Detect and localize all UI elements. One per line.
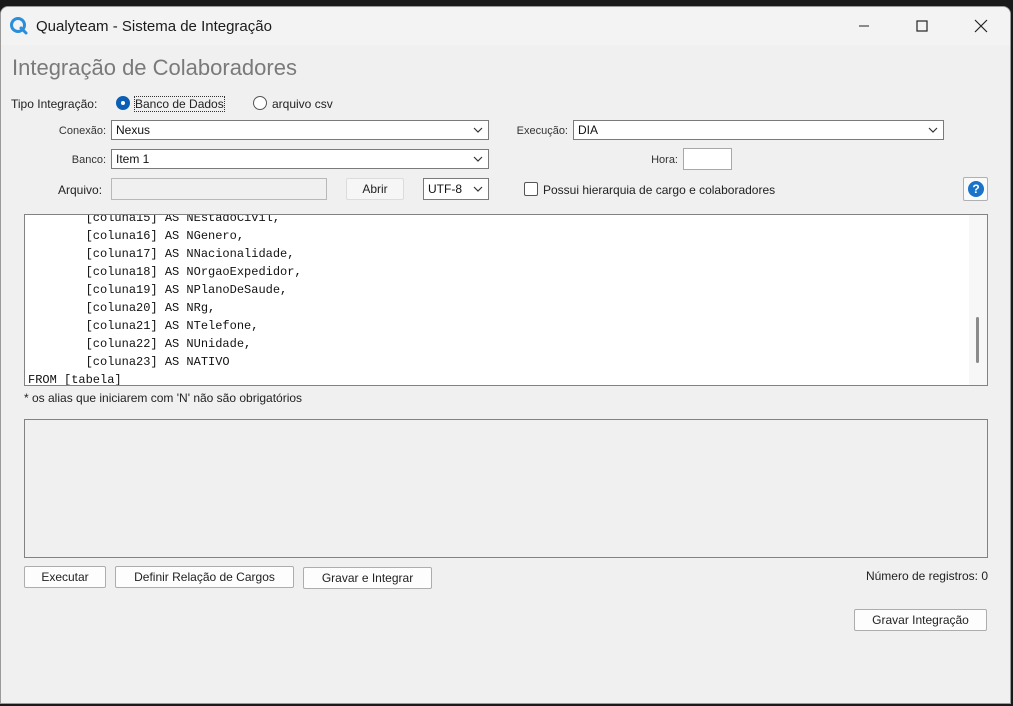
sql-line: FROM [tabela] xyxy=(28,373,122,386)
window-title: Qualyteam - Sistema de Integração xyxy=(36,18,272,35)
execucao-value: DIA xyxy=(578,123,599,137)
close-button[interactable] xyxy=(958,7,1004,45)
sql-line: [coluna22] AS NUnidade, xyxy=(28,337,252,351)
help-button[interactable]: ? xyxy=(963,177,988,201)
help-icon: ? xyxy=(968,181,984,197)
banco-label: Banco: xyxy=(71,154,106,166)
sql-line: [coluna20] AS NRg, xyxy=(28,301,216,315)
chevron-down-icon xyxy=(473,127,483,133)
sql-scrollbar-thumb[interactable] xyxy=(976,317,979,363)
banco-select[interactable]: Item 1 xyxy=(111,149,489,169)
sql-editor[interactable]: [coluna15] AS NEstadoCivil, [coluna16] A… xyxy=(24,214,988,386)
definir-relacao-cargos-button[interactable]: Definir Relação de Cargos xyxy=(115,566,294,588)
arquivo-input[interactable] xyxy=(111,178,327,200)
execucao-label: Execução: xyxy=(516,125,568,137)
sql-line: [coluna17] AS NNacionalidade, xyxy=(28,247,295,261)
qualyteam-logo-icon xyxy=(10,17,28,35)
minimize-icon xyxy=(859,25,869,27)
maximize-icon xyxy=(916,20,928,32)
page-title: Integração de Colaboradores xyxy=(12,55,297,80)
tipo-integracao-label: Tipo Integração: xyxy=(11,97,98,111)
app-window: Qualyteam - Sistema de Integração Integr… xyxy=(0,6,1011,704)
results-panel xyxy=(24,419,988,558)
alias-note: * os alias que iniciarem com 'N' não são… xyxy=(24,391,303,405)
radio-banco-de-dados[interactable] xyxy=(116,96,130,110)
sql-line: [coluna18] AS NOrgaoExpedidor, xyxy=(28,265,302,279)
encoding-value: UTF-8 xyxy=(428,182,462,196)
sql-code: [coluna15] AS NEstadoCivil, [coluna16] A… xyxy=(28,214,967,386)
chevron-down-icon xyxy=(473,156,483,162)
maximize-button[interactable] xyxy=(899,7,945,45)
hora-label: Hora: xyxy=(651,154,678,166)
numero-registros: Número de registros: 0 xyxy=(865,569,988,583)
abrir-button[interactable]: Abrir xyxy=(346,178,404,200)
radio-arquivo-csv[interactable] xyxy=(253,96,267,110)
execucao-select[interactable]: DIA xyxy=(573,120,944,140)
sql-line: [coluna19] AS NPlanoDeSaude, xyxy=(28,283,288,297)
banco-value: Item 1 xyxy=(116,152,150,166)
chevron-down-icon xyxy=(473,186,483,192)
sql-line: [coluna23] AS NATIVO xyxy=(28,355,230,369)
radio-arquivo-csv-label[interactable]: arquivo csv xyxy=(272,97,333,111)
sql-line: [coluna15] AS NEstadoCivil, xyxy=(28,214,281,225)
conexao-label: Conexão: xyxy=(58,125,106,137)
chevron-down-icon xyxy=(928,127,938,133)
sql-scrollbar[interactable] xyxy=(969,215,987,385)
hierarquia-checkbox[interactable] xyxy=(524,182,538,196)
encoding-select[interactable]: UTF-8 xyxy=(423,178,489,200)
hierarquia-label[interactable]: Possui hierarquia de cargo e colaborador… xyxy=(543,183,775,197)
radio-banco-de-dados-label[interactable]: Banco de Dados xyxy=(134,96,225,112)
conexao-value: Nexus xyxy=(116,123,151,137)
conexao-select[interactable]: Nexus xyxy=(111,120,489,140)
sql-line: [coluna21] AS NTelefone, xyxy=(28,319,259,333)
gravar-integracao-button[interactable]: Gravar Integração xyxy=(854,609,987,631)
close-icon xyxy=(974,19,988,33)
executar-button[interactable]: Executar xyxy=(24,566,106,588)
sql-line: [coluna16] AS NGenero, xyxy=(28,229,245,243)
arquivo-label: Arquivo: xyxy=(58,183,103,197)
title-bar[interactable]: Qualyteam - Sistema de Integração xyxy=(1,7,1010,45)
minimize-button[interactable] xyxy=(841,7,887,45)
gravar-e-integrar-button[interactable]: Gravar e Integrar xyxy=(303,567,432,589)
hora-input[interactable] xyxy=(683,148,732,170)
